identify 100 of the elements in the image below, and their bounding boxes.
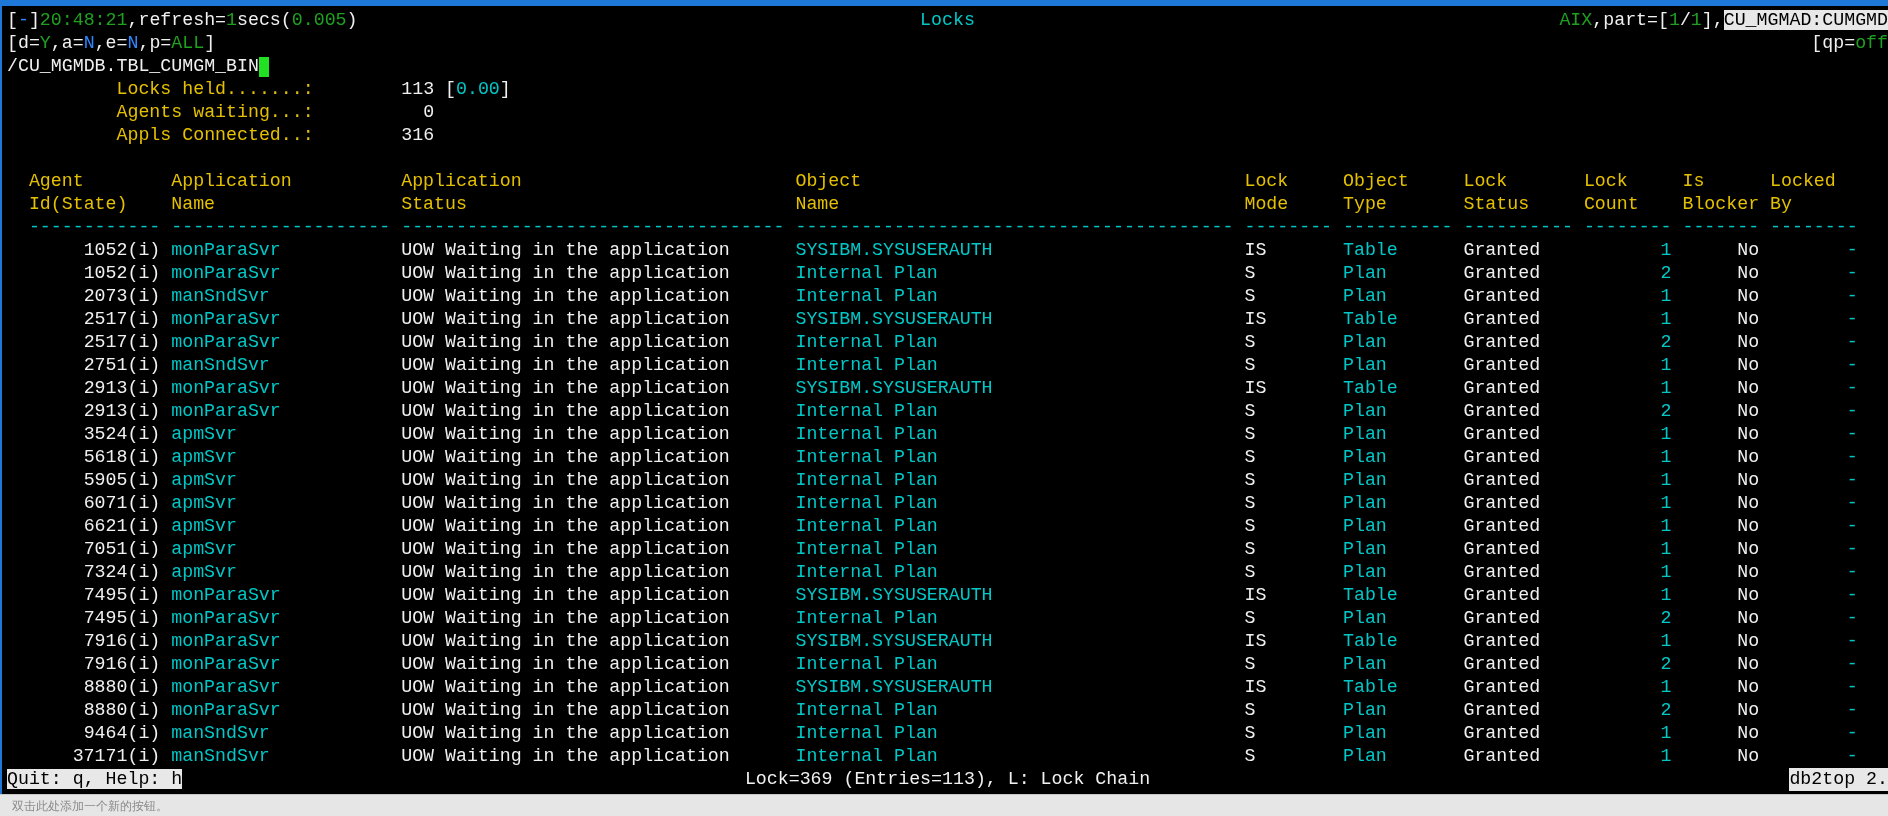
table-cell-text: No bbox=[1736, 538, 1760, 561]
summary-rate: [0.00] bbox=[445, 78, 511, 101]
column-rule: -------- bbox=[1770, 216, 1858, 239]
table-cell-text: monParaSvr bbox=[171, 239, 282, 262]
table-cell-text: 1 bbox=[1659, 676, 1672, 699]
table-cell-text: Granted bbox=[1463, 423, 1542, 446]
table-cell-text: Plan bbox=[1343, 400, 1388, 423]
table-cell-text: 1 bbox=[1659, 377, 1672, 400]
table-cell-text: SYSIBM.SYSUSERAUTH bbox=[795, 676, 994, 699]
column-header: Name bbox=[171, 193, 217, 216]
table-cell-text: 7916(i) bbox=[82, 630, 161, 653]
table-cell-text: SYSIBM.SYSUSERAUTH bbox=[795, 630, 994, 653]
table-cell-text: Granted bbox=[1463, 331, 1542, 354]
table-cell-text: Internal Plan bbox=[795, 331, 939, 354]
command-text: /CU_MGMDB.TBL_CUMGM_BIN bbox=[7, 55, 259, 78]
table-cell-text: UOW Waiting in the application bbox=[401, 308, 731, 331]
table-cell-text: - bbox=[1845, 722, 1858, 745]
table-cell-text: IS bbox=[1244, 676, 1268, 699]
table-cell-text: Plan bbox=[1343, 561, 1388, 584]
table-cell-text: Plan bbox=[1343, 262, 1388, 285]
table-cell-text: 1 bbox=[1659, 584, 1672, 607]
table-cell-text: Granted bbox=[1463, 446, 1542, 469]
status-line: [-]20:48:21,refresh=1secs(0.005) bbox=[7, 10, 358, 30]
table-cell-text: 1 bbox=[1659, 538, 1672, 561]
table-cell-text: - bbox=[1845, 561, 1858, 584]
table-cell-text: monParaSvr bbox=[171, 630, 282, 653]
table-cell-text: Granted bbox=[1463, 607, 1542, 630]
table-cell-text: IS bbox=[1244, 630, 1268, 653]
table-cell-text: - bbox=[1845, 400, 1858, 423]
table-cell-text: Granted bbox=[1463, 492, 1542, 515]
table-cell-text: UOW Waiting in the application bbox=[401, 423, 731, 446]
table-cell-text: Granted bbox=[1463, 722, 1542, 745]
table-cell-text: IS bbox=[1244, 584, 1268, 607]
table-cell-text: 6621(i) bbox=[82, 515, 161, 538]
table-cell-text: monParaSvr bbox=[171, 584, 282, 607]
table-cell-text: apmSvr bbox=[171, 446, 238, 469]
table-cell-text: Table bbox=[1343, 630, 1399, 653]
table-cell-text: Plan bbox=[1343, 699, 1388, 722]
table-cell-text: Granted bbox=[1463, 308, 1542, 331]
table-cell-text: Granted bbox=[1463, 239, 1542, 262]
table-cell-text: SYSIBM.SYSUSERAUTH bbox=[795, 584, 994, 607]
table-cell-text: monParaSvr bbox=[171, 699, 282, 722]
table-cell-text: SYSIBM.SYSUSERAUTH bbox=[795, 239, 994, 262]
table-cell-text: 1 bbox=[1659, 561, 1672, 584]
table-cell-text: IS bbox=[1244, 377, 1268, 400]
query-option: [qp=off bbox=[1811, 32, 1888, 55]
table-cell-text: - bbox=[1845, 377, 1858, 400]
table-cell-text: Granted bbox=[1463, 745, 1542, 768]
table-cell-text: No bbox=[1736, 308, 1760, 331]
table-cell-text: Table bbox=[1343, 308, 1399, 331]
table-cell-text: Plan bbox=[1343, 607, 1388, 630]
table-cell-text: No bbox=[1736, 515, 1760, 538]
table-cell-text: - bbox=[1845, 331, 1858, 354]
lock-summary: Lock=369 (Entries=113), L: Lock Chain bbox=[744, 768, 1151, 791]
table-cell-text: 3524(i) bbox=[82, 423, 161, 446]
column-rule: -------------------- bbox=[171, 216, 391, 239]
column-rule: ------------ bbox=[28, 216, 161, 239]
table-cell-text: No bbox=[1736, 446, 1760, 469]
column-header: Application bbox=[401, 170, 523, 193]
table-cell-text: - bbox=[1845, 423, 1858, 446]
table-cell-text: - bbox=[1845, 584, 1858, 607]
table-cell-text: Table bbox=[1343, 239, 1399, 262]
table-cell-text: S bbox=[1244, 538, 1257, 561]
table-cell-text: UOW Waiting in the application bbox=[401, 377, 731, 400]
table-cell-text: Granted bbox=[1463, 285, 1542, 308]
table-cell-text: 37171(i) bbox=[71, 745, 161, 768]
table-cell-text: Plan bbox=[1343, 285, 1388, 308]
table-cell-text: manSndSvr bbox=[171, 722, 271, 745]
table-cell-text: 1 bbox=[1659, 285, 1672, 308]
table-cell-text: UOW Waiting in the application bbox=[401, 469, 731, 492]
table-cell-text: UOW Waiting in the application bbox=[401, 262, 731, 285]
table-cell-text: Internal Plan bbox=[795, 492, 939, 515]
table-cell-text: 2 bbox=[1659, 400, 1672, 423]
column-header: Count bbox=[1583, 193, 1640, 216]
table-cell-text: Granted bbox=[1463, 653, 1542, 676]
table-cell-text: monParaSvr bbox=[171, 377, 282, 400]
table-cell-text: Granted bbox=[1463, 538, 1542, 561]
table-cell-text: S bbox=[1244, 400, 1257, 423]
table-cell-text: S bbox=[1244, 492, 1257, 515]
table-cell-text: Internal Plan bbox=[795, 354, 939, 377]
table-cell-text: apmSvr bbox=[171, 469, 238, 492]
table-cell-text: Granted bbox=[1463, 630, 1542, 653]
table-cell-text: Granted bbox=[1463, 262, 1542, 285]
table-cell-text: No bbox=[1736, 423, 1760, 446]
table-cell-text: - bbox=[1845, 308, 1858, 331]
column-header: Lock bbox=[1463, 170, 1509, 193]
table-cell-text: UOW Waiting in the application bbox=[401, 285, 731, 308]
table-cell-text: 2 bbox=[1659, 607, 1672, 630]
version-label: db2top 2. bbox=[1789, 768, 1888, 791]
table-cell-text: S bbox=[1244, 354, 1257, 377]
help-hint: Quit: q, Help: h bbox=[7, 769, 183, 789]
table-cell-text: 7916(i) bbox=[82, 653, 161, 676]
table-cell-text: 1 bbox=[1659, 469, 1672, 492]
cursor bbox=[258, 56, 269, 77]
table-cell-text: Internal Plan bbox=[795, 607, 939, 630]
table-cell-text: 1 bbox=[1659, 515, 1672, 538]
table-cell-text: 9464(i) bbox=[82, 722, 161, 745]
table-cell-text: - bbox=[1845, 492, 1858, 515]
table-cell-text: 5905(i) bbox=[82, 469, 161, 492]
column-header: Type bbox=[1343, 193, 1388, 216]
